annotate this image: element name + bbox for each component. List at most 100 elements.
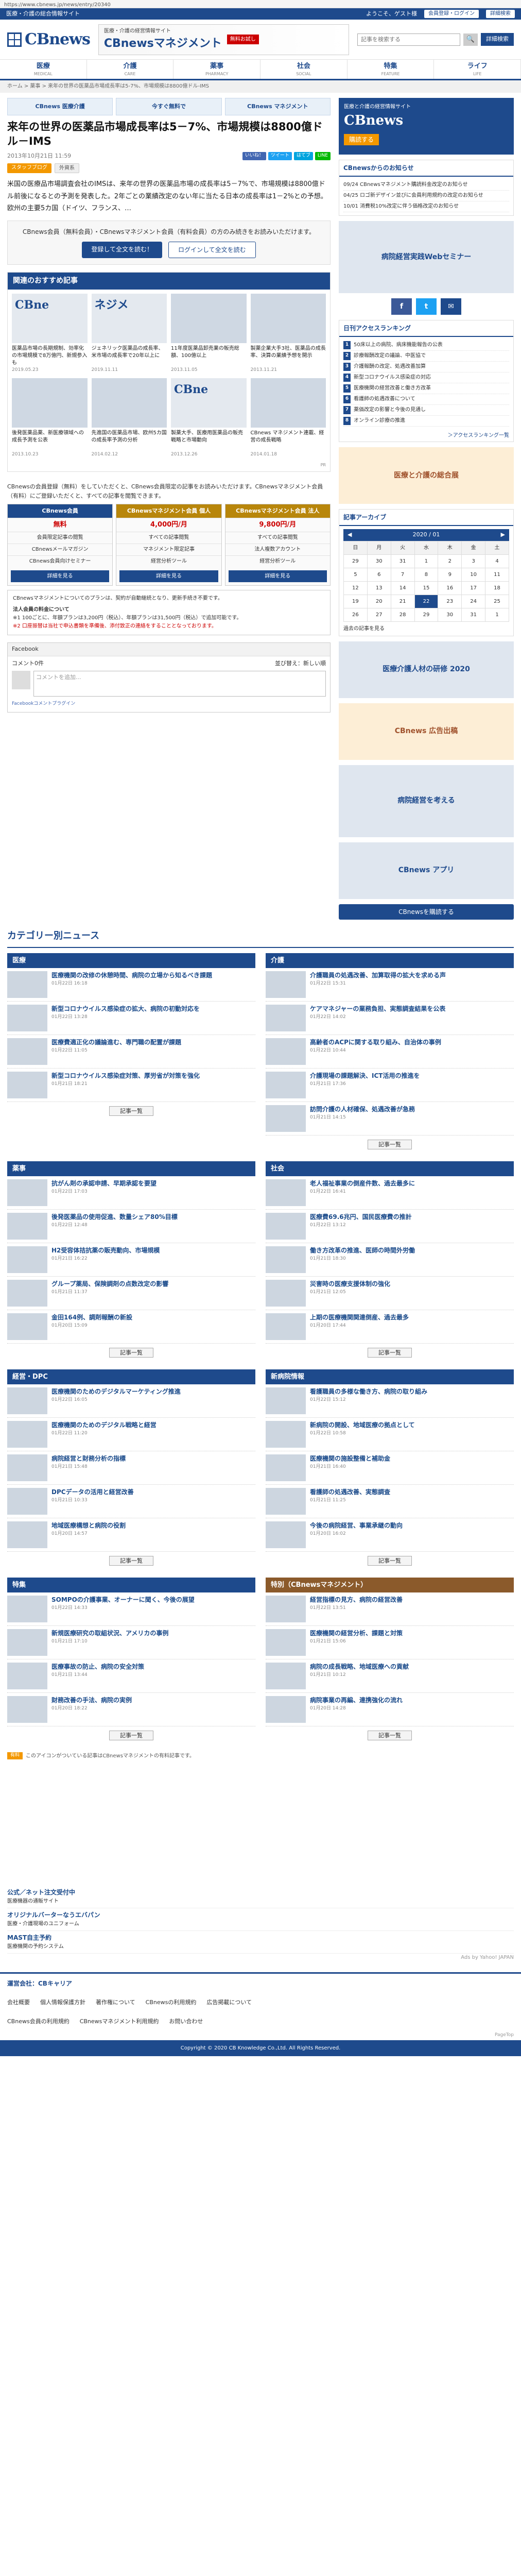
login-button[interactable]: 会員登録・ログイン xyxy=(424,9,479,19)
list-item[interactable]: 医療機関の改修の休憩時間、病院の立場から知るべき課題 01月22日 16:18 xyxy=(7,968,255,1002)
notice-item[interactable]: 10/01 消費税10%改定に伴う価格改定のお知らせ xyxy=(343,201,509,212)
calendar-day[interactable]: 30 xyxy=(438,607,462,622)
list-item[interactable]: 老人福祉事業の倒産件数、過去最多に 01月22日 16:41 xyxy=(266,1176,514,1210)
site-logo[interactable]: CBnews xyxy=(7,28,91,51)
right-banner-3[interactable]: 医療介護人材の研修 2020 xyxy=(339,641,514,698)
list-item[interactable]: 医療費適正化の議論進む、専門職の配置が課題 01月22日 11:05 xyxy=(7,1035,255,1069)
facebook-tab[interactable]: Facebook xyxy=(8,643,330,656)
calendar-day[interactable]: 31 xyxy=(390,554,415,568)
calendar-day[interactable]: 1 xyxy=(414,554,439,568)
list-item[interactable]: 新病院の開設、地域医療の拠点として 01月22日 10:58 xyxy=(266,1418,514,1451)
recommend-item[interactable]: 先進国の医薬品市場、欧州5カ国の成長率予測の分析 2014.02.12 xyxy=(91,378,167,459)
all-articles-button[interactable]: 記事一覧 xyxy=(368,1348,412,1358)
calendar-day[interactable]: 29 xyxy=(343,554,368,568)
calendar-day[interactable]: 8 xyxy=(414,567,439,582)
category-heading[interactable]: 薬事 xyxy=(7,1161,255,1176)
list-item[interactable]: 金田164例、調剤報酬の新設 01月20日 15:09 xyxy=(7,1310,255,1344)
rank-item[interactable]: 8 オンライン診療の推進 xyxy=(343,416,509,427)
calendar-day[interactable]: 9 xyxy=(438,567,462,582)
all-articles-button[interactable]: 記事一覧 xyxy=(109,1731,153,1740)
list-item[interactable]: 医療機関のためのデジタルマーケティング推進 01月22日 16:05 xyxy=(7,1384,255,1418)
all-articles-button[interactable]: 記事一覧 xyxy=(368,1140,412,1149)
calendar-day[interactable]: 14 xyxy=(390,581,415,595)
calendar-day[interactable]: 16 xyxy=(438,581,462,595)
calendar-day[interactable]: 28 xyxy=(390,607,415,622)
ad-tile-2[interactable]: 今すぐ無料で xyxy=(116,98,222,115)
rank-item[interactable]: 3 介護報酬の改定、処遇改善加算 xyxy=(343,362,509,372)
calendar-day[interactable]: 11 xyxy=(485,567,509,582)
list-item[interactable]: 新型コロナウイルス感染症の拡大、病院の初動対応を 01月22日 13:28 xyxy=(7,1002,255,1035)
list-item[interactable]: 医療機関の経営分析、課題と対策 01月21日 15:06 xyxy=(266,1626,514,1659)
recommend-item[interactable]: 11年度医薬品卸売業の販売総額、100億以上 2013.11.05 xyxy=(171,294,247,374)
list-item[interactable]: 病院経営と財務分析の指標 01月21日 15:48 xyxy=(7,1451,255,1485)
text-ad[interactable]: オリジナルバーターなうエバパン 医療・介護現場のユニフォーム xyxy=(7,1908,514,1931)
tweet-button[interactable]: ツイート xyxy=(268,151,292,161)
category-heading[interactable]: 社会 xyxy=(266,1161,514,1176)
list-item[interactable]: 訪問介護の人材確保、処遇改善が急務 01月21日 14:15 xyxy=(266,1102,514,1136)
calendar-day[interactable]: 30 xyxy=(367,554,391,568)
facebook-plugin-link[interactable]: Facebookコメントプラグイン xyxy=(8,701,330,712)
ad-tile-1[interactable]: CBnews 医療介護 xyxy=(7,98,113,115)
calendar-day[interactable]: 25 xyxy=(485,594,509,608)
prev-icon[interactable]: ◀ xyxy=(348,531,352,539)
list-item[interactable]: 医療機関の施設整備と補助金 01月21日 16:40 xyxy=(266,1451,514,1485)
list-item[interactable]: 新規医療研究の取組状況、アメリカの事例 01月21日 17:10 xyxy=(7,1626,255,1659)
list-item[interactable]: DPCデータの活用と経営改善 01月21日 10:33 xyxy=(7,1485,255,1518)
category-heading[interactable]: 経営・DPC xyxy=(7,1369,255,1384)
list-item[interactable]: SOMPOの介護事業、オーナーに聞く、今後の展望 01月22日 14:33 xyxy=(7,1592,255,1626)
calendar-day[interactable]: 13 xyxy=(367,581,391,595)
calendar-day[interactable]: 3 xyxy=(461,554,486,568)
all-articles-button[interactable]: 記事一覧 xyxy=(368,1731,412,1740)
advanced-search-link[interactable]: 詳細検索 xyxy=(486,9,515,19)
list-item[interactable]: 新型コロナウイルス感染症対策、厚労省が対策を強化 01月21日 18:21 xyxy=(7,1069,255,1102)
category-heading[interactable]: 特集 xyxy=(7,1577,255,1592)
page-top-link[interactable]: PageTop xyxy=(0,2031,521,2040)
list-item[interactable]: 上期の医療機関関連倒産、過去最多 01月20日 17:44 xyxy=(266,1310,514,1344)
text-ad[interactable]: 公式／ネット注文受付中 医療機器の通販サイト xyxy=(7,1886,514,1908)
plan-corporate-button[interactable]: 詳細を見る xyxy=(228,570,327,583)
archive-link[interactable]: 過去の記事を見る xyxy=(343,625,509,633)
footer-link[interactable]: 会社概要 xyxy=(7,1998,30,2007)
right-banner-4[interactable]: CBnews 広告出稿 xyxy=(339,703,514,760)
nav-medical[interactable]: 医療 MEDICAL xyxy=(0,60,87,79)
recommend-item[interactable]: 後発医薬品薬、新医療領域への成長予測を公表 2013.10.23 xyxy=(12,378,88,459)
url-bar[interactable]: https://www.cbnews.jp/news/entry/20340 xyxy=(0,0,521,8)
recommend-item[interactable]: 製薬企業大手3社、医薬品の成長率、決算の業績予想を開示 2013.11.21 xyxy=(250,294,326,374)
recommend-item[interactable]: CBne 製薬大手、医療用医薬品の販売戦略と市場動向 2013.12.26 xyxy=(171,378,247,459)
next-icon[interactable]: ▶ xyxy=(501,531,505,539)
rank-item[interactable]: 7 薬価改定の影響と今後の見通し xyxy=(343,405,509,416)
footer-link[interactable]: 個人情報保護方針 xyxy=(40,1998,85,2007)
search-icon[interactable]: 🔍 xyxy=(463,33,478,46)
plan-free-button[interactable]: 詳細を見る xyxy=(11,570,110,583)
right-banner-6[interactable]: CBnews アプリ xyxy=(339,842,514,899)
calendar-day[interactable]: 22 xyxy=(414,594,439,608)
footer-link[interactable]: CBnews会員の利用規約 xyxy=(7,2018,70,2026)
header-banner[interactable]: 医療・介護の経営情報サイト CBnewsマネジメント 無料お試し xyxy=(98,24,349,55)
list-item[interactable]: 医療費69.6兆円、国民医療費の推計 01月22日 13:12 xyxy=(266,1210,514,1243)
list-item[interactable]: 抗がん剤の承認申請、早期承認を要望 01月22日 17:03 xyxy=(7,1176,255,1210)
all-articles-button[interactable]: 記事一覧 xyxy=(109,1106,153,1116)
line-button[interactable]: LINE xyxy=(315,151,331,161)
category-heading[interactable]: 医療 xyxy=(7,953,255,968)
login-read-button[interactable]: ログインして全文を読む xyxy=(168,242,256,259)
like-button[interactable]: いいね！ xyxy=(242,151,266,161)
list-item[interactable]: 災害時の医療支援体制の強化 01月21日 12:05 xyxy=(266,1277,514,1310)
footer-link[interactable]: お問い合わせ xyxy=(169,2018,203,2026)
recommend-item[interactable]: CBne 医薬品市場の長期規制、効率化の市場規模で8万億円、新規参入も 2019.0… xyxy=(12,294,88,374)
list-item[interactable]: 今後の病院経営、事業承継の動向 01月20日 16:02 xyxy=(266,1518,514,1552)
rank-item[interactable]: 6 看護師の処遇改善について xyxy=(343,394,509,405)
tag-staff-blog[interactable]: スタッフブログ xyxy=(7,163,51,174)
nav-care[interactable]: 介護 CARE xyxy=(87,60,174,79)
list-item[interactable]: 働き方改革の推進、医師の時間外労働 01月21日 18:30 xyxy=(266,1243,514,1277)
all-articles-button[interactable]: 記事一覧 xyxy=(109,1348,153,1358)
rank-item[interactable]: 1 50床以上の病院、病床機能報告の公表 xyxy=(343,340,509,351)
calendar-day[interactable]: 15 xyxy=(414,581,439,595)
comment-sort[interactable]: 並び替え：新しい順 xyxy=(275,659,326,668)
calendar-day[interactable]: 5 xyxy=(343,567,368,582)
mail-icon[interactable]: ✉ xyxy=(441,298,461,315)
calendar-day[interactable]: 10 xyxy=(461,567,486,582)
ads-by[interactable]: Ads by Yahoo! JAPAN xyxy=(7,1954,514,1962)
text-ad[interactable]: MAST自主予約 医療機関の予約システム xyxy=(7,1931,514,1954)
right-banner-1[interactable]: 病院経営実践Webセミナー xyxy=(339,221,514,293)
calendar-day[interactable]: 7 xyxy=(390,567,415,582)
